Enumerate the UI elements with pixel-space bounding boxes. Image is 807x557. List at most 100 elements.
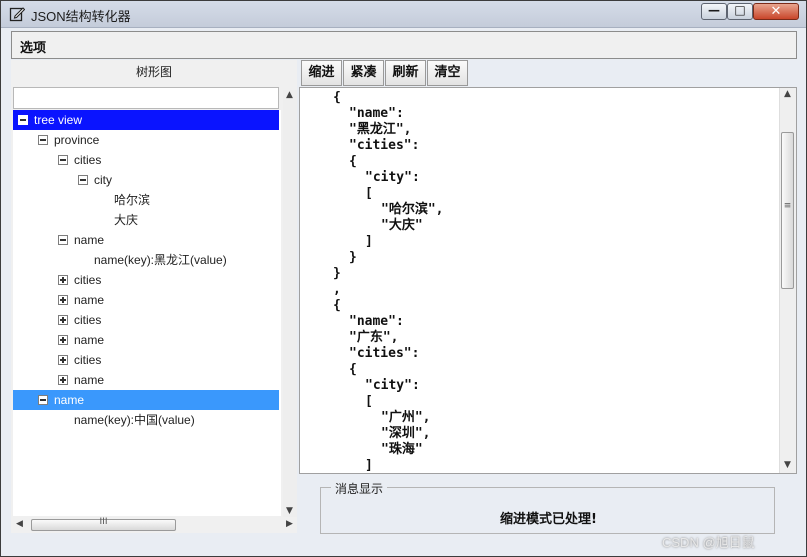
json-line: } [333, 266, 341, 281]
tree-node[interactable]: name [13, 330, 279, 350]
tree-node-label: cities [74, 153, 102, 167]
json-text-area[interactable]: {"name": "黑龙江", "cities":{"city":["哈尔滨", "大… [299, 87, 797, 474]
tree-node[interactable]: name(key):中国(value) [13, 410, 279, 430]
tree-node-label: name [54, 393, 85, 407]
message-legend: 消息显示 [331, 480, 388, 497]
json-line: "name": [349, 106, 404, 121]
tree-node[interactable]: 大庆 [13, 210, 279, 230]
json-line: [ [365, 394, 373, 409]
tree-caption: 树形图 [135, 65, 172, 79]
expand-plus-icon[interactable] [58, 355, 68, 365]
menu-options[interactable]: 选项 [20, 37, 46, 56]
json-line: "city": [365, 378, 420, 393]
scroll-right-icon[interactable]: ▶ [286, 519, 293, 529]
json-line: "city": [365, 170, 420, 185]
clear-button[interactable]: 清空 [427, 60, 468, 86]
expand-plus-icon[interactable] [58, 375, 68, 385]
maximize-button[interactable]: □ [727, 3, 753, 20]
tree-search-input[interactable] [13, 87, 279, 109]
expand-plus-icon[interactable] [58, 275, 68, 285]
json-line: "珠海" [381, 442, 423, 457]
collapse-minus-icon[interactable] [58, 235, 68, 245]
scroll-grip: III [99, 517, 108, 527]
tree-node-label: name [74, 233, 105, 247]
json-line: { [333, 90, 341, 105]
tree-node[interactable]: name [13, 290, 279, 310]
json-line: { [349, 362, 357, 377]
scroll-left-icon[interactable]: ◀ [16, 519, 23, 529]
tree-node[interactable]: cities [13, 310, 279, 330]
collapse-minus-icon[interactable] [58, 155, 68, 165]
tree-node[interactable]: province [13, 130, 279, 150]
tree-view[interactable]: tree view province cities city 哈尔滨大庆 name name… [13, 110, 281, 516]
json-line: "name": [349, 314, 404, 329]
scroll-up-icon[interactable]: ▲ [286, 90, 293, 100]
json-line: ] [365, 458, 373, 473]
tree-node[interactable]: name(key):黑龙江(value) [13, 250, 279, 270]
maximize-icon: □ [734, 3, 746, 17]
edit-icon [9, 7, 25, 22]
refresh-button[interactable]: 刷新 [385, 60, 426, 86]
scroll-down-icon[interactable]: ▼ [784, 460, 791, 470]
close-icon: ✕ [770, 4, 782, 19]
tree-node[interactable]: cities [13, 150, 279, 170]
tree-node-label: name(key):中国(value) [74, 413, 195, 427]
message-text: 缩进模式已处理! [500, 512, 597, 527]
tree-horizontal-scrollbar[interactable]: ◀ III ▶ [13, 517, 297, 533]
json-line: } [349, 250, 357, 265]
tree-vertical-scrollbar[interactable]: ▲ ▼ [283, 90, 297, 518]
close-button[interactable]: ✕ [753, 3, 799, 20]
minimize-button[interactable]: — [701, 3, 727, 20]
expand-plus-icon[interactable] [58, 335, 68, 345]
message-group: 消息显示 缩进模式已处理! [320, 480, 775, 534]
watermark: CSDN @旭日鼠 [662, 535, 755, 550]
tree-node[interactable]: tree view [13, 110, 279, 130]
tree-node-label: name(key):黑龙江(value) [94, 253, 227, 267]
collapse-minus-icon[interactable] [38, 135, 48, 145]
tree-node-label: cities [74, 353, 102, 367]
tree-node-label: province [54, 133, 100, 147]
horizontal-scroll-thumb[interactable]: III [31, 517, 176, 531]
tree-node-label: name [74, 293, 105, 307]
minimize-icon: — [708, 3, 720, 17]
window-title: JSON结构转化器 [31, 9, 131, 24]
json-line: "广州", [381, 410, 431, 425]
collapse-minus-icon[interactable] [38, 395, 48, 405]
json-line: "广东", [349, 330, 399, 345]
app-window: JSON结构转化器 — □ ✕ 选项 树形图 tree view province… [0, 0, 807, 557]
tree-node[interactable]: 哈尔滨 [13, 190, 279, 210]
tree-node[interactable]: name [13, 390, 279, 410]
expand-plus-icon[interactable] [58, 315, 68, 325]
collapse-minus-icon[interactable] [18, 115, 28, 125]
json-line: "深圳", [381, 426, 431, 441]
collapse-minus-icon[interactable] [78, 175, 88, 185]
tree-node[interactable]: name [13, 230, 279, 250]
tree-node-label: 哈尔滨 [114, 193, 151, 207]
tree-node[interactable]: cities [13, 270, 279, 290]
json-vertical-scrollbar[interactable]: ▲ ≡ ▼ [779, 88, 796, 473]
json-line: { [349, 154, 357, 169]
tree-panel: 树形图 tree view province cities city 哈尔滨大庆 name… [11, 60, 297, 533]
menu-bar: 选项 [11, 31, 797, 59]
tree-node[interactable]: name [13, 370, 279, 390]
vertical-scroll-thumb[interactable]: ≡ [781, 132, 794, 289]
expand-plus-icon[interactable] [58, 295, 68, 305]
tree-node[interactable]: city [13, 170, 279, 190]
compact-button[interactable]: 紧凑 [343, 60, 384, 86]
scroll-up-icon[interactable]: ▲ [784, 89, 791, 99]
tree-node[interactable]: cities [13, 350, 279, 370]
json-line: "cities": [349, 346, 420, 361]
title-bar[interactable]: JSON结构转化器 — □ ✕ [1, 1, 806, 28]
tree-node-label: name [74, 333, 105, 347]
json-line: "cities": [349, 138, 420, 153]
scroll-down-icon[interactable]: ▼ [286, 506, 293, 516]
json-line: "大庆" [381, 218, 423, 233]
json-line: "哈尔滨", [381, 202, 444, 217]
tree-node-label: cities [74, 273, 102, 287]
tree-node-label: cities [74, 313, 102, 327]
tree-node-label: tree view [34, 113, 83, 127]
json-line: "黑龙江", [349, 122, 412, 137]
json-line: , [333, 282, 341, 297]
indent-button[interactable]: 缩进 [301, 60, 342, 86]
json-line: ] [365, 234, 373, 249]
